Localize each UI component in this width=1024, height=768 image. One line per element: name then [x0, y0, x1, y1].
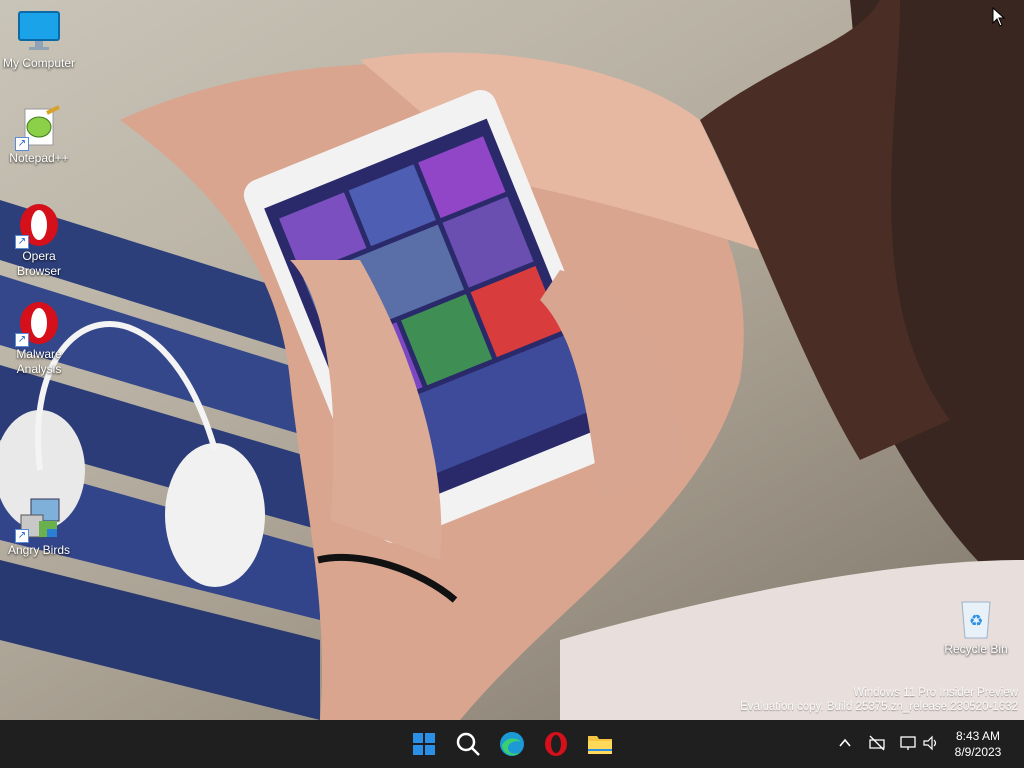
- edge-button[interactable]: [496, 728, 528, 760]
- desktop-icon-recycle-bin[interactable]: ♻ Recycle Bin: [937, 596, 1015, 657]
- edge-icon: [500, 732, 524, 756]
- search-button[interactable]: [452, 728, 484, 760]
- desktop-icon-label: Malware Analysis: [0, 347, 78, 377]
- desktop-icon-notepadpp[interactable]: ↗ Notepad++: [0, 105, 78, 166]
- opera-icon: ↗: [15, 203, 61, 249]
- installer-icon: ↗: [15, 497, 61, 543]
- display-icon: [900, 736, 916, 750]
- shortcut-arrow-icon: ↗: [15, 137, 29, 151]
- shortcut-arrow-icon: ↗: [15, 333, 29, 347]
- opera-icon: [545, 732, 567, 756]
- notepadpp-icon: ↗: [15, 105, 61, 151]
- desktop-icon-my-computer[interactable]: My Computer: [0, 10, 78, 71]
- desktop-icon-label: Notepad++: [9, 151, 69, 165]
- label-line: Opera: [22, 249, 56, 263]
- clock-date[interactable]: 8/9/2023: [938, 745, 1018, 759]
- wallpaper: [0, 0, 1024, 720]
- desktop-icon-angry-birds[interactable]: ↗ Angry Birds: [0, 497, 78, 558]
- show-hidden-icons-button[interactable]: [836, 734, 854, 752]
- recycle-bin-icon: ♻: [954, 596, 998, 640]
- desktop-icon-opera-browser[interactable]: ↗ Opera Browser: [0, 203, 78, 279]
- windows-watermark: Windows 11 Pro Insider Preview Evaluatio…: [740, 686, 1018, 714]
- shortcut-arrow-icon: ↗: [15, 235, 29, 249]
- label-line: Browser: [16, 264, 61, 278]
- file-explorer-icon: [588, 736, 612, 754]
- desktop-icon-label: My Computer: [2, 56, 76, 70]
- label-line: Malware: [16, 347, 62, 361]
- desktop-icon-label: Recycle Bin: [944, 642, 1008, 656]
- clock-time[interactable]: 8:43 AM: [938, 729, 1018, 743]
- shortcut-arrow-icon: ↗: [15, 529, 29, 543]
- display-button[interactable]: [899, 734, 917, 752]
- svg-text:♻: ♻: [969, 611, 983, 630]
- opera-taskbar-button[interactable]: [540, 728, 572, 760]
- network-offline-icon: [869, 735, 885, 751]
- watermark-line2: Evaluation copy. Build 25375.zn_release.…: [740, 701, 1018, 713]
- desktop-icon-label: Opera Browser: [0, 249, 78, 279]
- network-status-button[interactable]: [868, 734, 886, 752]
- file-explorer-button[interactable]: [584, 728, 616, 760]
- monitor-icon: [17, 10, 61, 54]
- start-icon: [413, 733, 435, 755]
- taskbar: 8:43 AM 8/9/2023: [0, 720, 1024, 768]
- desktop-icon-malware-analysis[interactable]: ↗ Malware Analysis: [0, 301, 78, 377]
- desktop[interactable]: My Computer ↗ Notepad++ ↗ Opera Browser ↗…: [0, 0, 1024, 720]
- mouse-cursor-icon: [992, 7, 1006, 27]
- search-icon: [456, 732, 480, 756]
- label-line: Analysis: [16, 362, 62, 376]
- start-button[interactable]: [408, 728, 440, 760]
- desktop-icon-label: Angry Birds: [7, 543, 71, 557]
- watermark-line1: Windows 11 Pro Insider Preview: [853, 687, 1018, 699]
- chevron-up-icon: [839, 738, 851, 747]
- opera-icon: ↗: [15, 301, 61, 347]
